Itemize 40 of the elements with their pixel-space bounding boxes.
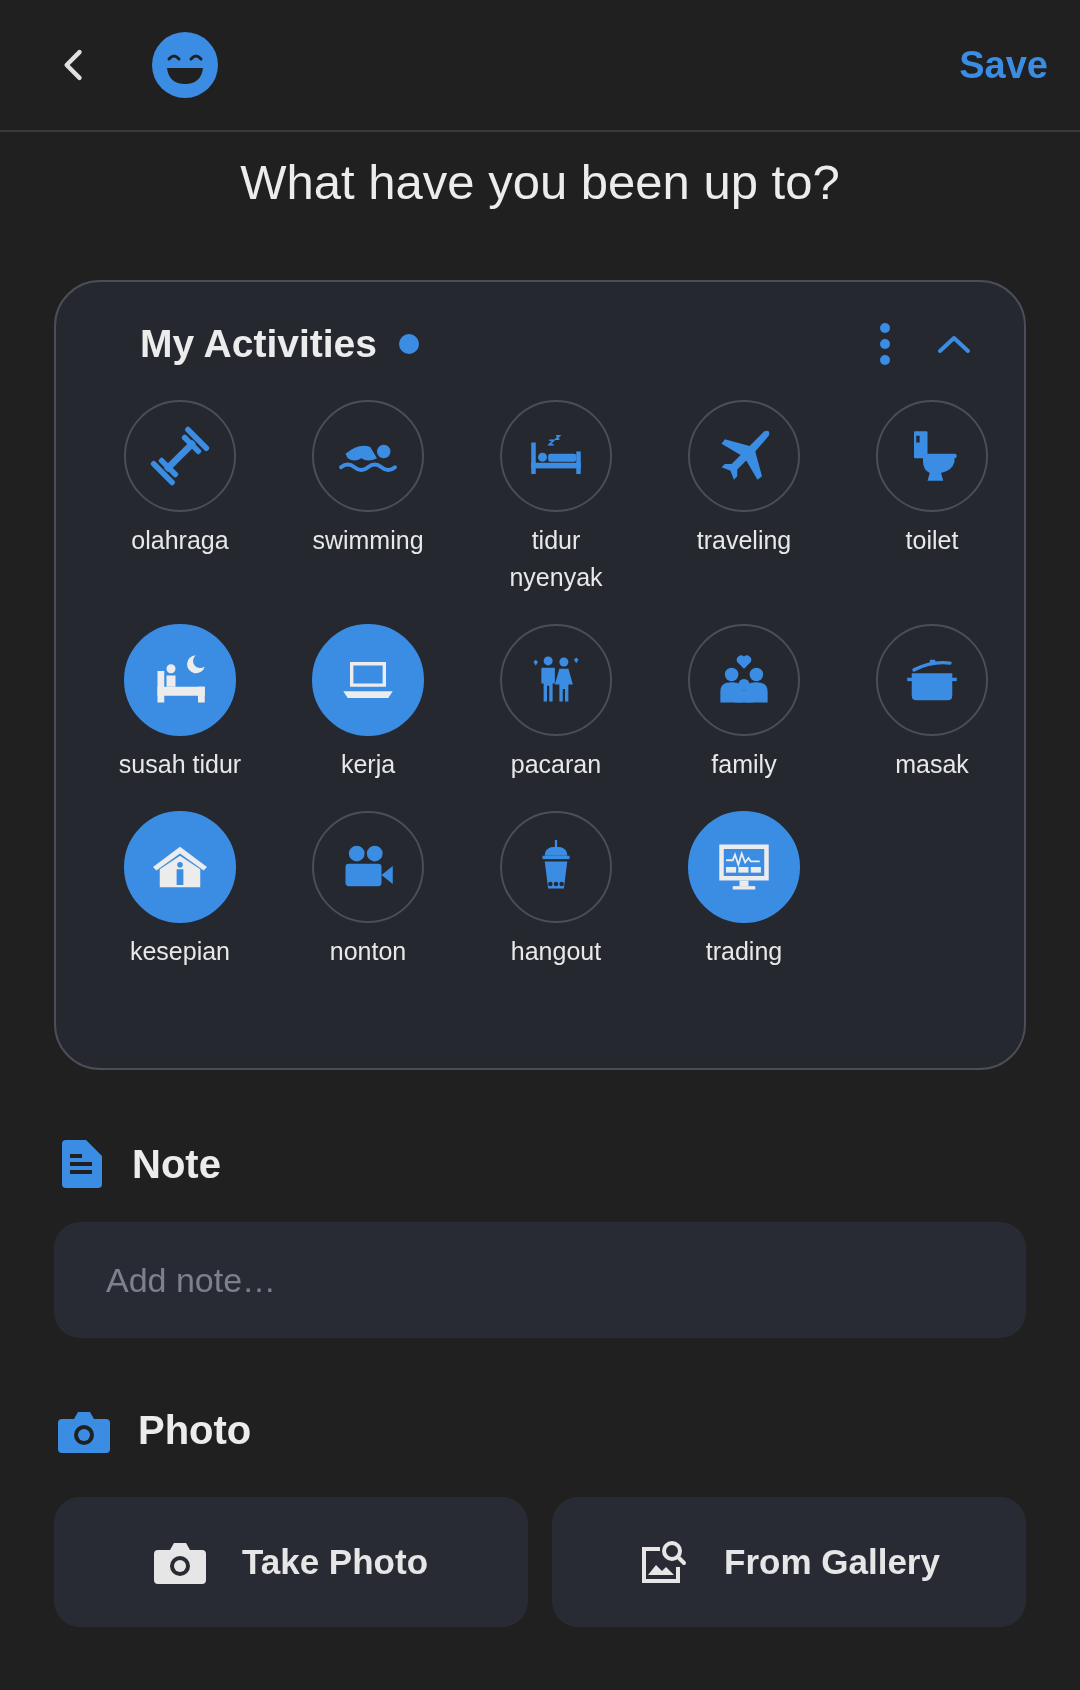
collapse-button[interactable] (936, 333, 972, 355)
save-button[interactable]: Save (959, 43, 1048, 87)
activity-label: swimming (312, 525, 424, 556)
activity-label: trading (705, 936, 783, 967)
activity-toggle[interactable] (876, 624, 988, 736)
mood-button[interactable] (152, 32, 218, 98)
dot-icon (399, 334, 419, 354)
activity-label: family (711, 749, 777, 780)
activity-toggle[interactable] (312, 400, 424, 512)
card-title: My Activities (140, 322, 377, 366)
take-photo-button[interactable]: Take Photo (54, 1497, 528, 1627)
activity-label: toilet (905, 525, 959, 556)
activity-toggle[interactable] (688, 400, 800, 512)
activity-toggle[interactable] (500, 400, 612, 512)
more-button[interactable] (878, 322, 892, 366)
activity-label: kesepian (129, 936, 231, 967)
activity-toggle[interactable] (124, 400, 236, 512)
more-icon (878, 322, 892, 366)
activity-toggle[interactable] (876, 400, 988, 512)
activity-label: pacaran (510, 749, 602, 780)
gallery-button[interactable]: From Gallery (552, 1497, 1026, 1627)
activity-label: susah tidur (118, 749, 242, 780)
section-heading: Photo (138, 1408, 252, 1453)
note-field[interactable]: Add note… (54, 1222, 1026, 1338)
activity-label: traveling (696, 525, 792, 556)
smiley-icon (152, 32, 218, 98)
activity-label: tidur nyenyak (508, 525, 604, 593)
activity-label: hangout (510, 936, 602, 967)
camera-icon (153, 1540, 206, 1584)
activity-label: kerja (340, 749, 396, 780)
activity-label: olahraga (131, 525, 229, 556)
activity-toggle[interactable] (500, 811, 612, 923)
chevron-up-icon (936, 333, 972, 355)
activity-toggle[interactable] (688, 624, 800, 736)
section-heading: Note (132, 1141, 221, 1187)
activity-toggle[interactable] (312, 811, 424, 923)
activity-label: masak (895, 749, 969, 780)
activity-label: nonton (329, 936, 407, 967)
page-title: What have you been up to? (240, 154, 840, 211)
activity-toggle[interactable] (500, 624, 612, 736)
